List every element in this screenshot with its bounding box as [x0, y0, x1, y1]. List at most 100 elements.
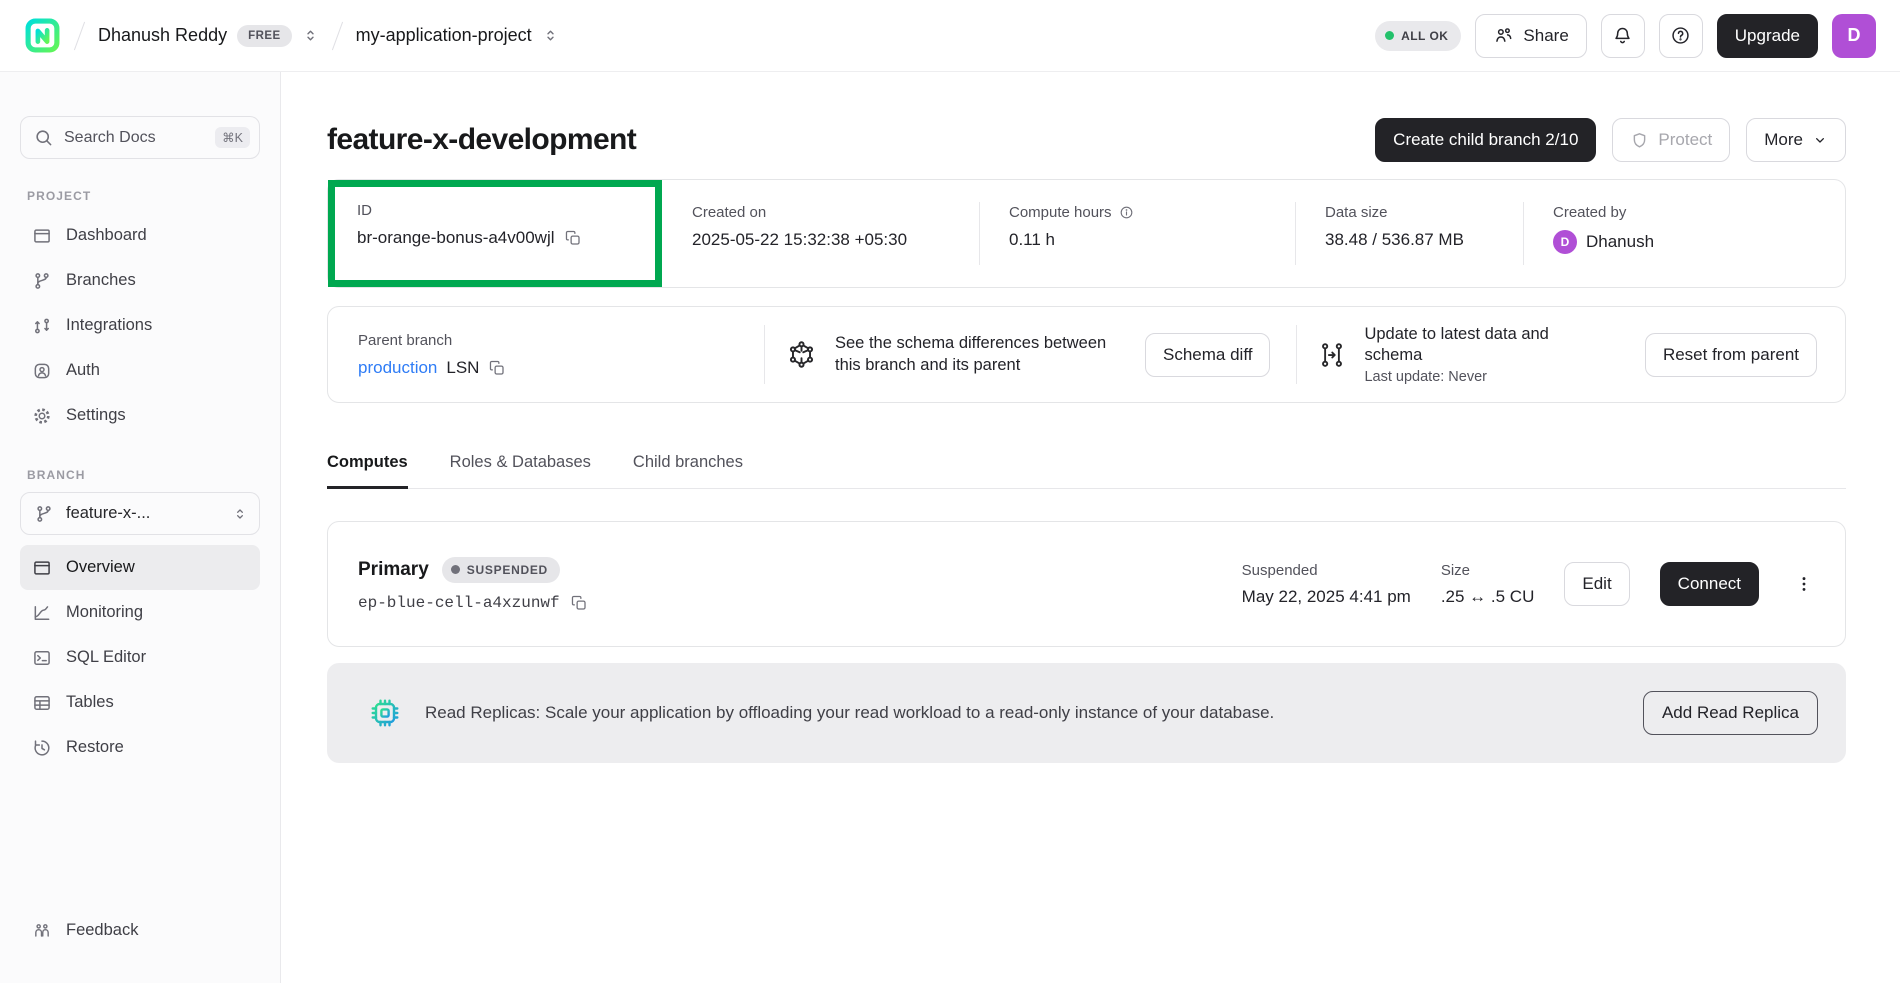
compute-hours-label: Compute hours [1009, 204, 1112, 221]
read-replica-text: Read Replicas: Scale your application by… [425, 703, 1274, 723]
chevron-updown-icon [232, 506, 248, 522]
sidebar-item-monitoring[interactable]: Monitoring [20, 590, 260, 635]
help-button[interactable] [1659, 14, 1703, 58]
endpoint-id: ep-blue-cell-a4xzunwf [358, 594, 560, 612]
compute-hours-cell: Compute hours 0.11 h [979, 180, 1295, 287]
cpu-chip-icon [367, 695, 403, 731]
more-button-label: More [1764, 130, 1803, 150]
search-docs-input[interactable]: Search Docs ⌘K [20, 116, 260, 159]
connect-button-label: Connect [1678, 574, 1741, 594]
branch-selector[interactable]: feature-x-... [20, 492, 260, 535]
search-placeholder: Search Docs [64, 129, 204, 147]
protect-button[interactable]: Protect [1612, 118, 1730, 162]
update-description: Update to latest data and schema [1364, 324, 1569, 367]
avatar-initial: D [1848, 25, 1861, 46]
user-avatar[interactable]: D [1832, 14, 1876, 58]
breadcrumb-separator [74, 21, 85, 50]
sidebar-item-settings[interactable]: Settings [20, 393, 260, 438]
copy-icon[interactable] [570, 594, 588, 612]
chevron-updown-icon [302, 27, 319, 44]
size-label: Size [1441, 562, 1535, 579]
git-branch-icon [32, 271, 52, 291]
window-icon [32, 558, 52, 578]
branch-info-card: ID br-orange-bonus-a4v00wjl Created on 2… [327, 179, 1846, 288]
chart-icon [32, 603, 52, 623]
connect-button[interactable]: Connect [1660, 562, 1759, 606]
search-shortcut-badge: ⌘K [215, 127, 250, 148]
bell-icon [1612, 25, 1633, 46]
sidebar-item-dashboard[interactable]: Dashboard [20, 213, 260, 258]
sidebar-item-overview[interactable]: Overview [20, 545, 260, 590]
question-icon [1670, 25, 1691, 46]
integrations-icon [32, 316, 52, 336]
upgrade-button[interactable]: Upgrade [1717, 14, 1818, 58]
sidebar-item-label: Dashboard [66, 226, 147, 245]
read-replica-banner: Read Replicas: Scale your application by… [327, 663, 1846, 763]
sidebar-item-auth[interactable]: Auth [20, 348, 260, 393]
compute-status-badge: SUSPENDED [442, 557, 560, 583]
org-selector[interactable]: Dhanush Reddy FREE [98, 25, 319, 47]
sidebar-item-integrations[interactable]: Integrations [20, 303, 260, 348]
share-button[interactable]: Share [1475, 14, 1586, 58]
create-child-branch-label: Create child branch 2/10 [1393, 130, 1578, 150]
copy-icon[interactable] [488, 359, 506, 377]
copy-icon[interactable] [564, 229, 582, 247]
git-branch-icon [34, 504, 54, 524]
org-name: Dhanush Reddy [98, 25, 227, 46]
tab-child-branches[interactable]: Child branches [633, 453, 743, 488]
info-icon[interactable] [1119, 205, 1134, 220]
parent-branch-link[interactable]: production [358, 358, 437, 378]
sidebar-item-label: Tables [66, 693, 114, 712]
status-badge[interactable]: ALL OK [1375, 21, 1461, 51]
creator-avatar: D [1553, 230, 1577, 254]
add-read-replica-button[interactable]: Add Read Replica [1643, 691, 1818, 735]
edit-button-label: Edit [1582, 574, 1611, 594]
sidebar-item-feedback[interactable]: Feedback [20, 908, 260, 953]
size-value: .25 ↔ .5 CU [1441, 587, 1535, 607]
top-bar: Dhanush Reddy FREE my-application-projec… [0, 0, 1900, 72]
project-section-label: PROJECT [27, 189, 260, 203]
id-label: ID [357, 202, 655, 219]
compute-card: Primary SUSPENDED ep-blue-cell-a4xzunwf … [327, 521, 1846, 647]
edit-button[interactable]: Edit [1564, 562, 1629, 606]
schema-diff-button-label: Schema diff [1163, 345, 1252, 365]
create-child-branch-button[interactable]: Create child branch 2/10 [1375, 118, 1596, 162]
project-name: my-application-project [356, 25, 532, 46]
creator-avatar-initial: D [1561, 235, 1570, 249]
branch-section-label: BRANCH [27, 468, 260, 482]
tab-roles-databases[interactable]: Roles & Databases [450, 453, 591, 488]
created-on-label: Created on [692, 204, 979, 221]
notifications-button[interactable] [1601, 14, 1645, 58]
last-update-text: Last update: Never [1364, 369, 1569, 385]
compute-hours-value: 0.11 h [1009, 230, 1295, 250]
sidebar-item-sql-editor[interactable]: SQL Editor [20, 635, 260, 680]
add-read-replica-label: Add Read Replica [1662, 703, 1799, 722]
sidebar-item-tables[interactable]: Tables [20, 680, 260, 725]
breadcrumb-separator [332, 21, 343, 50]
page-title: feature-x-development [327, 123, 636, 157]
parent-lsn-label: LSN [446, 358, 479, 378]
search-icon [34, 128, 53, 147]
created-by-cell: Created by D Dhanush [1523, 180, 1845, 287]
project-selector[interactable]: my-application-project [356, 25, 559, 46]
reset-branch-icon [1317, 340, 1347, 370]
status-badge-label: ALL OK [1401, 29, 1448, 43]
branch-id-cell-highlighted: ID br-orange-bonus-a4v00wjl [328, 180, 662, 287]
neon-logo-icon[interactable] [24, 17, 61, 54]
sidebar-item-restore[interactable]: Restore [20, 725, 260, 770]
auth-user-icon [32, 361, 52, 381]
tab-computes[interactable]: Computes [327, 453, 408, 488]
people-icon [1493, 25, 1514, 46]
size-meta: Size .25 ↔ .5 CU [1441, 562, 1535, 607]
more-button[interactable]: More [1746, 118, 1846, 162]
compute-name: Primary [358, 559, 429, 581]
chevron-updown-icon [542, 27, 559, 44]
reset-from-parent-button[interactable]: Reset from parent [1645, 333, 1817, 377]
kebab-menu-icon[interactable] [1789, 562, 1819, 606]
branch-id-value: br-orange-bonus-a4v00wjl [357, 228, 555, 248]
suspended-meta: Suspended May 22, 2025 4:41 pm [1242, 562, 1411, 607]
schema-diff-button[interactable]: Schema diff [1145, 333, 1270, 377]
sidebar-item-label: Feedback [66, 921, 138, 940]
sidebar-item-branches[interactable]: Branches [20, 258, 260, 303]
branch-selector-value: feature-x-... [66, 504, 220, 523]
